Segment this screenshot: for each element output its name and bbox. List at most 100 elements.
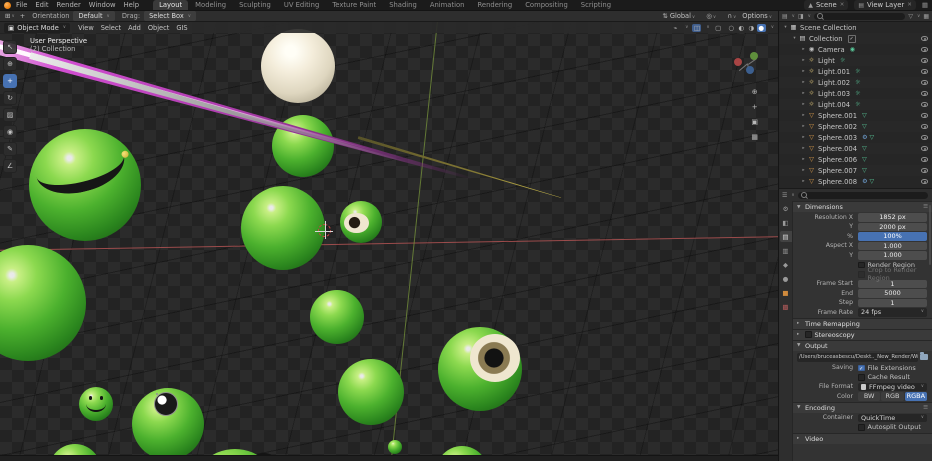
xray-toggle-icon[interactable]: ▢ xyxy=(714,24,723,32)
scene-selector[interactable]: ▲ Scene ✕ xyxy=(804,0,849,10)
new-collection-icon[interactable]: ▦ xyxy=(923,13,929,20)
shading-mode-icon[interactable]: ● xyxy=(756,23,766,32)
expand-arrow-icon[interactable]: ▸ xyxy=(800,102,807,107)
menubar-item[interactable]: Help xyxy=(124,1,140,9)
tool-annotate-button[interactable]: ✎ xyxy=(3,142,17,156)
timeline-strip[interactable] xyxy=(0,455,778,461)
properties-tab-scene[interactable]: ◆ xyxy=(780,259,792,270)
expand-arrow-icon[interactable]: ▸ xyxy=(800,124,807,129)
workspace-tab[interactable]: Texture Paint xyxy=(326,0,382,10)
menubar-item[interactable]: Edit xyxy=(35,1,48,9)
outliner-row[interactable]: ▸ ▽ Sphere.002 ▽ xyxy=(779,121,932,132)
aspect-y-field[interactable]: 1.000 xyxy=(858,251,927,260)
visibility-eye-icon[interactable] xyxy=(921,36,928,41)
visibility-eye-icon[interactable] xyxy=(921,91,928,96)
blender-logo-icon[interactable] xyxy=(4,1,11,9)
outliner-row[interactable]: ▾ ▦ Scene Collection xyxy=(779,22,932,33)
panel-time-remapping-header[interactable]: ▸ Time Remapping xyxy=(793,317,932,329)
panel-output-header[interactable]: ▼ Output xyxy=(793,339,932,351)
visibility-eye-icon[interactable] xyxy=(921,47,928,52)
properties-tab-texture[interactable]: ▩ xyxy=(780,301,792,312)
color-mode-button[interactable]: RGBA xyxy=(904,392,927,401)
tool-rotate-button[interactable]: ↻ xyxy=(3,91,17,105)
unpin-scene-icon[interactable]: ✕ xyxy=(840,2,845,8)
output-path-field[interactable]: /Users/bruceasbescu/Deskt.._New_Render/W… xyxy=(797,352,918,362)
workspace-tab[interactable]: Animation xyxy=(424,0,471,10)
viewport-menu-item[interactable]: Select xyxy=(101,24,121,32)
outliner-row[interactable]: ▸ ▽ Sphere.004 ▽ xyxy=(779,143,932,154)
visibility-eye-icon[interactable] xyxy=(921,124,928,129)
presets-icon[interactable]: ☰ xyxy=(923,204,928,210)
shading-mode-icon[interactable]: ◐ xyxy=(737,24,746,32)
tool-transform-button[interactable]: ◉ xyxy=(3,125,17,139)
unpin-view-layer-icon[interactable]: ✕ xyxy=(907,2,912,8)
expand-arrow-icon[interactable]: ▾ xyxy=(782,25,789,30)
outliner-row[interactable]: ▸ ☼ Light.001 ☼ xyxy=(779,66,932,77)
visibility-eye-icon[interactable] xyxy=(921,135,928,140)
visibility-eye-icon[interactable] xyxy=(921,157,928,162)
expand-arrow-icon[interactable]: ▸ xyxy=(800,146,807,151)
frame-rate-dropdown[interactable]: 24 fps ∨ xyxy=(858,308,927,317)
display-mode-icon[interactable]: ◨ xyxy=(798,13,804,20)
viewport-sphere[interactable] xyxy=(388,440,402,454)
container-dropdown[interactable]: QuickTime ∨ xyxy=(858,413,927,422)
presets-icon[interactable]: ☰ xyxy=(923,405,928,411)
visibility-eye-icon[interactable] xyxy=(921,80,928,85)
tool-scale-button[interactable]: ▨ xyxy=(3,108,17,122)
visibility-eye-icon[interactable] xyxy=(921,69,928,74)
color-mode-button[interactable]: BW xyxy=(858,392,881,401)
menubar-item[interactable]: File xyxy=(16,1,27,9)
expand-arrow-icon[interactable]: ▸ xyxy=(800,179,807,184)
navigation-gizmo[interactable] xyxy=(734,50,762,78)
outliner-row[interactable]: ▸ ▽ Sphere.008 ⚙ ▽ xyxy=(779,176,932,187)
visibility-eye-icon[interactable] xyxy=(921,113,928,118)
workspace-tab[interactable]: Compositing xyxy=(519,0,574,10)
mode-dropdown[interactable]: ▣ Object Mode ∨ xyxy=(4,22,71,33)
expand-arrow-icon[interactable]: ▸ xyxy=(800,47,807,52)
expand-arrow-icon[interactable]: ▸ xyxy=(800,135,807,140)
tool-move-button[interactable]: + xyxy=(3,74,17,88)
workspace-tab[interactable]: Rendering xyxy=(471,0,518,10)
expand-arrow-icon[interactable]: ▸ xyxy=(800,168,807,173)
shading-mode-icon[interactable]: ○ xyxy=(727,24,736,32)
resolution-percent-slider[interactable]: 100% xyxy=(858,232,927,241)
tool-measure-button[interactable]: ∠ xyxy=(3,159,17,173)
viewport-sphere[interactable] xyxy=(310,290,364,344)
axis-x-handle[interactable] xyxy=(734,58,742,66)
view-layer-selector[interactable]: ▤ View Layer ✕ xyxy=(854,0,916,10)
overlays-toggle-icon[interactable]: ◫ xyxy=(692,23,702,32)
viewport-sphere[interactable] xyxy=(340,201,382,243)
visibility-eye-icon[interactable] xyxy=(921,168,928,173)
properties-tab-world[interactable]: ● xyxy=(780,273,792,284)
workspace-tab[interactable]: Shading xyxy=(383,0,423,10)
resolution-y-field[interactable]: 2000 px xyxy=(858,222,927,231)
filter-icon[interactable]: ▽ xyxy=(908,13,913,20)
toggle-ortho-icon[interactable]: ▦ xyxy=(751,133,758,141)
axis-z-handle[interactable] xyxy=(746,66,754,74)
menubar-item[interactable]: Window xyxy=(89,1,116,9)
zoom-icon[interactable]: ⊕ xyxy=(751,88,758,96)
properties-search-input[interactable] xyxy=(797,191,928,199)
viewport-menu-item[interactable]: Object xyxy=(148,24,169,32)
outliner-row[interactable]: ▸ ▽ Sphere.003 ⚙ ▽ xyxy=(779,132,932,143)
expand-arrow-icon[interactable]: ▸ xyxy=(800,80,807,85)
workspace-tab[interactable]: Modeling xyxy=(189,0,232,10)
transform-orientation-dropdown[interactable]: ⇅ Global∨ xyxy=(657,12,695,20)
collection-checkbox[interactable]: ✓ xyxy=(847,34,856,43)
outliner-search-input[interactable] xyxy=(813,12,906,20)
outliner-row[interactable]: ▸ ▽ Sphere.007 ▽ xyxy=(779,165,932,176)
properties-tab-view-layer[interactable]: ▥ xyxy=(780,245,792,256)
expand-arrow-icon[interactable]: ▸ xyxy=(800,113,807,118)
3d-viewport[interactable]: ▣ Object Mode ∨ View Select Add Object GIS ⌁… xyxy=(0,22,778,455)
outliner-row[interactable]: ▸ ☼ Light.002 ☼ xyxy=(779,77,932,88)
color-mode-button[interactable]: RGB xyxy=(881,392,904,401)
workspace-tab[interactable]: UV Editing xyxy=(278,0,325,10)
viewport-sphere[interactable] xyxy=(261,29,335,103)
viewport-menu-item[interactable]: View xyxy=(78,24,94,32)
crop-render-region-checkbox[interactable]: Crop to Render Region xyxy=(858,266,927,282)
outliner-row[interactable]: ▸ ☼ Light.003 ☼ xyxy=(779,88,932,99)
viewport-sphere[interactable] xyxy=(338,359,404,425)
outliner-row[interactable]: ▸ ◉ Camera ◉ xyxy=(779,44,932,55)
workspace-tab[interactable]: Sculpting xyxy=(233,0,277,10)
folder-icon[interactable] xyxy=(920,352,928,360)
